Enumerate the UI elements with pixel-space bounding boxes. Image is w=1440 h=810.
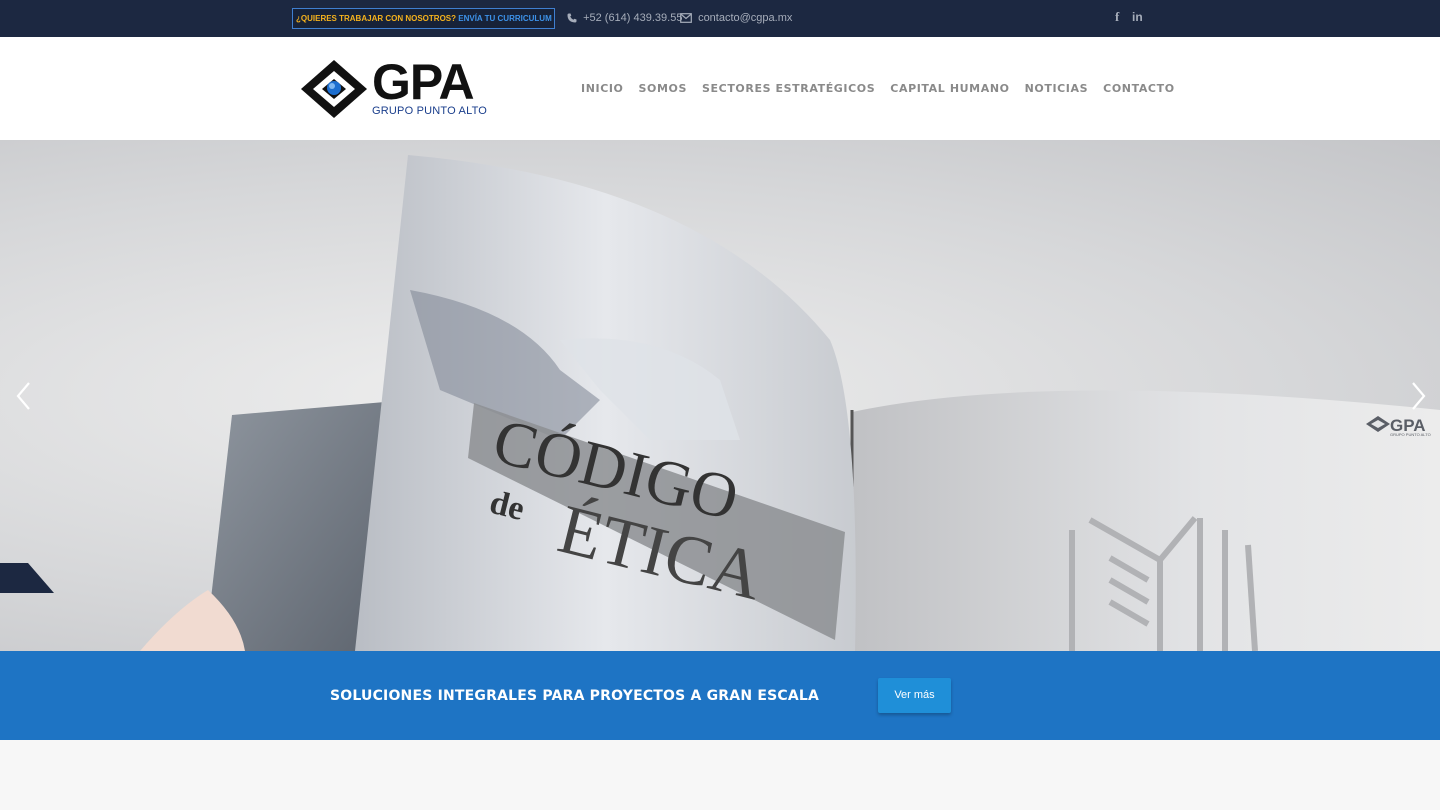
main-nav: INICIO SOMOS SECTORES ESTRATÉGICOS CAPIT… — [581, 82, 1175, 95]
phone-number: +52 (614) 439.39.55 — [583, 12, 683, 24]
top-bar: ¿QUIERES TRABAJAR CON NOSOTROS? ENVÍA TU… — [0, 0, 1440, 37]
phone-contact[interactable]: +52 (614) 439.39.55 — [567, 11, 682, 25]
email-contact[interactable]: contacto@cgpa.mx — [680, 11, 792, 25]
hero-image: CÓDIGO de ÉTICA GPA GRUPO PUNTO ALTO — [140, 155, 1440, 651]
logo-text: GPA — [372, 54, 475, 110]
nav-item-sectores[interactable]: SECTORES ESTRATÉGICOS — [702, 82, 875, 95]
site-header: GPA GRUPO PUNTO ALTO INICIO SOMOS SECTOR… — [0, 37, 1440, 140]
content-area — [0, 740, 1440, 810]
careers-link[interactable]: ENVÍA TU CURRICULUM AQUÍ — [458, 14, 554, 23]
careers-question: ¿QUIERES TRABAJAR CON NOSOTROS? — [296, 14, 457, 23]
nav-item-contacto[interactable]: CONTACTO — [1103, 82, 1175, 95]
cta-headline: SOLUCIONES INTEGRALES PARA PROYECTOS A G… — [330, 688, 820, 704]
linkedin-icon[interactable]: in — [1132, 9, 1143, 25]
careers-banner[interactable]: ¿QUIERES TRABAJAR CON NOSOTROS? ENVÍA TU… — [292, 8, 555, 29]
slide-corner-tab — [0, 563, 54, 593]
nav-item-noticias[interactable]: NOTICIAS — [1025, 82, 1089, 95]
envelope-icon — [680, 13, 692, 23]
site-logo[interactable]: GPA GRUPO PUNTO ALTO — [300, 54, 490, 121]
logo-subtitle: GRUPO PUNTO ALTO — [372, 105, 488, 117]
nav-item-inicio[interactable]: INICIO — [581, 82, 624, 95]
email-address: contacto@cgpa.mx — [698, 12, 793, 24]
watermark-subtitle: GRUPO PUNTO ALTO — [1390, 432, 1431, 437]
phone-icon — [567, 13, 577, 23]
cta-band: SOLUCIONES INTEGRALES PARA PROYECTOS A G… — [0, 651, 1440, 740]
hero-slider: CÓDIGO de ÉTICA GPA GRUPO PUNTO ALTO — [0, 140, 1440, 651]
chevron-left-icon[interactable] — [12, 381, 36, 411]
nav-item-capital-humano[interactable]: CAPITAL HUMANO — [890, 82, 1009, 95]
facebook-icon[interactable]: f — [1115, 9, 1119, 25]
logo-mark-icon — [301, 60, 367, 118]
nav-item-somos[interactable]: SOMOS — [639, 82, 688, 95]
chevron-right-icon[interactable] — [1406, 381, 1430, 411]
ver-mas-button[interactable]: Ver más — [878, 678, 951, 713]
